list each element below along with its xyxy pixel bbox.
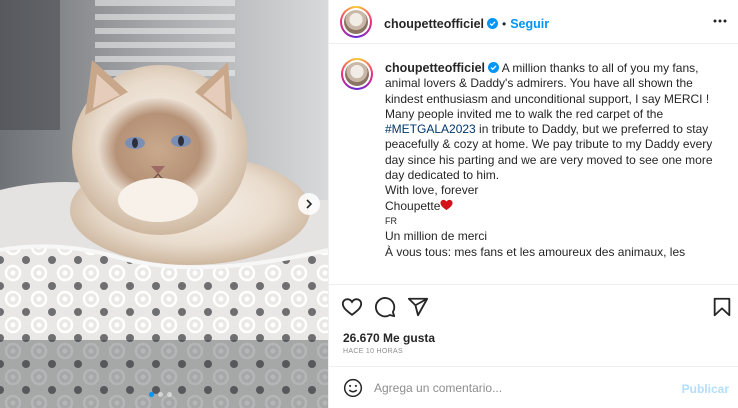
carousel-next-button[interactable]	[298, 193, 320, 215]
carousel-indicator	[149, 392, 172, 397]
header-username[interactable]: choupetteofficiel	[384, 17, 484, 31]
caption-signature: Choupette	[385, 198, 441, 213]
more-options-icon[interactable]	[713, 14, 727, 28]
carousel-dot	[167, 392, 172, 397]
carousel-dot	[158, 392, 163, 397]
post-image[interactable]	[0, 0, 328, 408]
publish-button[interactable]: Publicar	[682, 382, 729, 396]
heart-outline-icon[interactable]	[341, 296, 363, 318]
chevron-right-icon	[306, 199, 313, 209]
follow-button[interactable]: Seguir	[510, 17, 549, 31]
caption-avatar[interactable]	[341, 58, 373, 90]
red-heart-icon	[440, 199, 453, 210]
smiley-icon[interactable]	[343, 378, 363, 398]
separator: •	[502, 17, 507, 31]
post-header: choupetteofficiel • Seguir	[329, 0, 738, 44]
verified-badge-icon	[488, 62, 500, 73]
language-tag: FR	[385, 215, 397, 226]
comment-bar: Publicar	[329, 366, 738, 408]
caption-fr-line: À vous tous: mes fans et les amoureux de…	[385, 244, 686, 259]
post-details-panel: choupetteofficiel • Seguir choupetteoffici…	[328, 0, 738, 408]
comment-bubble-icon[interactable]	[374, 296, 396, 318]
carousel-dot	[149, 392, 154, 397]
caption-text: choupetteofficiel A million thanks to al…	[385, 61, 725, 260]
comment-input[interactable]	[374, 378, 674, 398]
caption-fr-line: Un million de merci	[385, 229, 488, 244]
bookmark-icon[interactable]	[711, 296, 733, 318]
cat-photo	[0, 0, 328, 408]
paper-plane-icon[interactable]	[407, 296, 429, 318]
caption-closing: With love, forever	[385, 183, 479, 198]
avatar[interactable]	[340, 6, 372, 38]
caption-area: choupetteofficiel A million thanks to al…	[329, 44, 738, 284]
hashtag-link[interactable]: #METGALA2023	[385, 122, 476, 136]
action-bar	[329, 284, 738, 324]
verified-badge-icon	[487, 18, 499, 29]
post-timestamp[interactable]: HACE 10 HORAS	[343, 348, 403, 355]
caption-username[interactable]: choupetteofficiel	[385, 61, 485, 75]
likes-count[interactable]: 26.670 Me gusta	[343, 331, 435, 345]
